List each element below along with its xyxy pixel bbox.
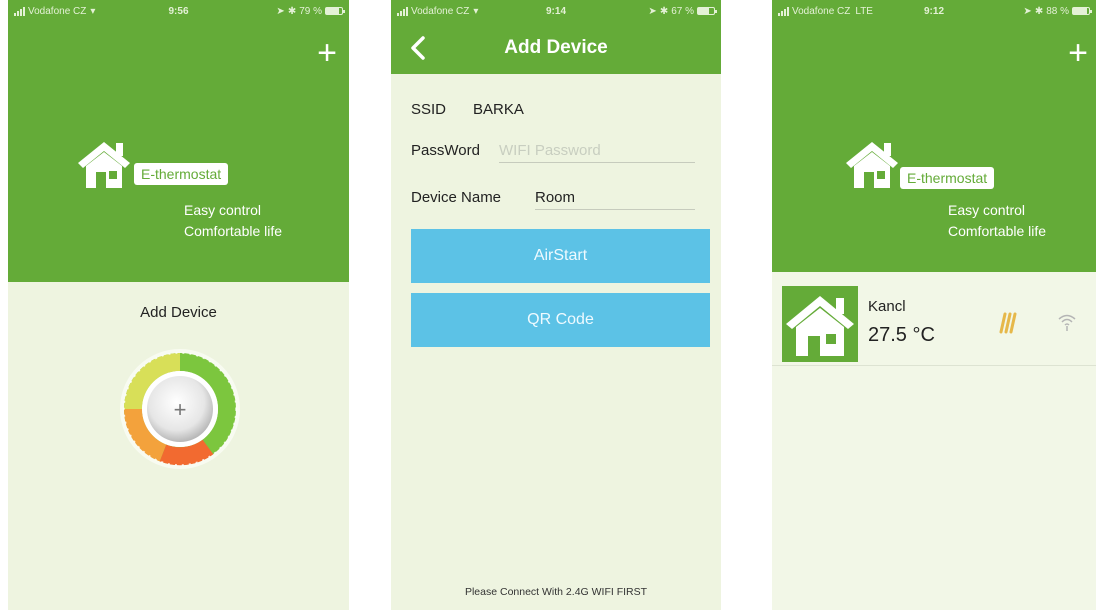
status-bar: Vodafone CZ ▾ 9:56 ➤ ✱ 79 % [8,0,349,22]
screen-device-list: Vodafone CZ LTE 9:12 ➤ ✱ 88 % + E-thermo… [772,0,1096,610]
add-device-label: Add Device [140,304,217,321]
wifi-icon [1058,314,1076,331]
nav-bar: Add Device [391,22,721,74]
location-icon: ➤ [276,5,285,17]
battery-percent: 79 % [299,5,322,17]
page-title: Add Device [504,37,608,58]
screen-home-empty: Vodafone CZ ▾ 9:56 ➤ ✱ 79 % + E-thermost… [8,0,349,610]
battery-icon [325,7,345,15]
device-name-input[interactable] [535,186,695,210]
svg-text:+: + [174,397,187,422]
network-type: LTE [855,5,873,17]
status-bar: Vodafone CZ ▾ 9:14 ➤ ✱ 67 % [391,0,721,22]
battery-icon [1072,7,1092,15]
brand-label: E-thermostat [900,167,995,189]
carrier-name: Vodafone CZ [411,5,470,17]
wifi-hint: Please Connect With 2.4G WIFI FIRST [464,586,648,598]
plus-icon[interactable]: + [1068,36,1088,70]
password-label: PassWord [411,142,480,159]
password-input[interactable] [499,139,695,163]
status-time: 9:14 [545,5,567,17]
tagline-line-2: Comfortable life [948,223,1047,239]
bluetooth-icon: ✱ [659,5,669,17]
thermostat-dial-add-icon[interactable]: + [118,347,242,471]
signal-icon [14,6,25,16]
signal-icon [397,6,408,16]
heating-icon [999,312,1017,334]
bluetooth-icon: ✱ [1034,5,1044,17]
wifi-status-icon: ▾ [473,5,479,17]
bluetooth-icon: ✱ [287,5,297,17]
screen-add-device: Vodafone CZ ▾ 9:14 ➤ ✱ 67 % Add Device S… [391,0,721,610]
qr-code-button[interactable]: QR Code [411,293,710,347]
tagline: Easy control Comfortable life [184,200,282,242]
plus-icon[interactable]: + [317,36,337,70]
battery-percent: 67 % [671,5,694,17]
device-name: Kancl [868,298,906,315]
status-time: 9:56 [168,5,189,17]
ssid-value: BARKA [473,101,524,118]
status-bar: Vodafone CZ LTE 9:12 ➤ ✱ 88 % [772,0,1096,22]
hero-banner: + E-thermostat Easy control Comfortable … [8,22,349,282]
tagline-line-1: Easy control [184,202,262,218]
battery-percent: 88 % [1046,5,1069,17]
wifi-status-icon: ▾ [90,5,96,17]
carrier-name: Vodafone CZ [28,5,87,17]
tagline-line-1: Easy control [948,202,1026,218]
battery-icon [697,7,717,15]
status-time: 9:12 [923,5,945,17]
tagline: Easy control Comfortable life [948,200,1046,242]
device-name-label: Device Name [411,189,502,206]
house-icon [782,286,858,362]
ssid-label: SSID [411,101,447,118]
airstart-button[interactable]: AirStart [411,229,710,283]
house-logo-icon [78,142,130,188]
signal-icon [778,6,789,16]
carrier-name: Vodafone CZ [792,5,851,17]
house-logo-icon [846,142,898,188]
device-temperature: 27.5 °C [868,324,935,346]
tagline-line-2: Comfortable life [184,223,283,239]
hero-banner: + E-thermostat Easy control Comfortable … [772,22,1096,272]
device-list-item[interactable]: Kancl 27.5 °C [772,282,1096,366]
location-icon: ➤ [1023,5,1032,17]
location-icon: ➤ [648,5,657,17]
brand-label: E-thermostat [134,163,229,185]
